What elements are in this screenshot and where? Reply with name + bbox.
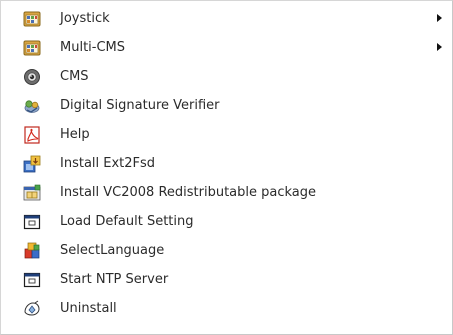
application-window-icon (23, 271, 41, 289)
language-blocks-icon (23, 242, 41, 260)
submenu-arrow-icon (437, 14, 442, 22)
pdf-document-icon (23, 126, 41, 144)
signature-verifier-icon (23, 97, 41, 115)
menu-item-label: Digital Signature Verifier (60, 98, 220, 113)
menu-item-label: Joystick (60, 11, 110, 26)
program-group-icon (23, 39, 41, 57)
menu-item-uninstall[interactable]: Uninstall (1, 295, 452, 324)
menu-item-label: Help (60, 127, 90, 142)
program-group-icon (23, 10, 41, 28)
menu-item-help[interactable]: Help (1, 121, 452, 150)
menu-item-label: Load Default Setting (60, 214, 194, 229)
menu-item-label: Start NTP Server (60, 272, 169, 287)
menu-item-multi-cms[interactable]: Multi-CMS (1, 34, 452, 63)
menu-item-digital-signature-verifier[interactable]: Digital Signature Verifier (1, 92, 452, 121)
menu-item-label: Uninstall (60, 301, 117, 316)
installer-icon (23, 155, 41, 173)
menu-item-label: CMS (60, 69, 89, 84)
menu-item-label: Multi-CMS (60, 40, 126, 55)
menu-item-cms[interactable]: CMS (1, 63, 452, 92)
menu-item-joystick[interactable]: Joystick (1, 5, 452, 34)
menu-item-load-default-setting[interactable]: Load Default Setting (1, 208, 452, 237)
menu-item-install-ext2fsd[interactable]: Install Ext2Fsd (1, 150, 452, 179)
menu-item-label: SelectLanguage (60, 243, 165, 258)
submenu-arrow-icon (437, 43, 442, 51)
menu-item-install-vc2008[interactable]: Install VC2008 Redistributable package (1, 179, 452, 208)
webcam-icon (23, 68, 41, 86)
menu-item-label: Install VC2008 Redistributable package (60, 185, 317, 200)
application-window-icon (23, 213, 41, 231)
menu-item-start-ntp-server[interactable]: Start NTP Server (1, 266, 452, 295)
menu-item-select-language[interactable]: SelectLanguage (1, 237, 452, 266)
menu-item-label: Install Ext2Fsd (60, 156, 156, 171)
uninstall-icon (23, 300, 41, 318)
package-installer-icon (23, 184, 41, 202)
start-menu-folder-popup: Joystick Multi-CMS CMS Digital Signature… (0, 0, 453, 335)
